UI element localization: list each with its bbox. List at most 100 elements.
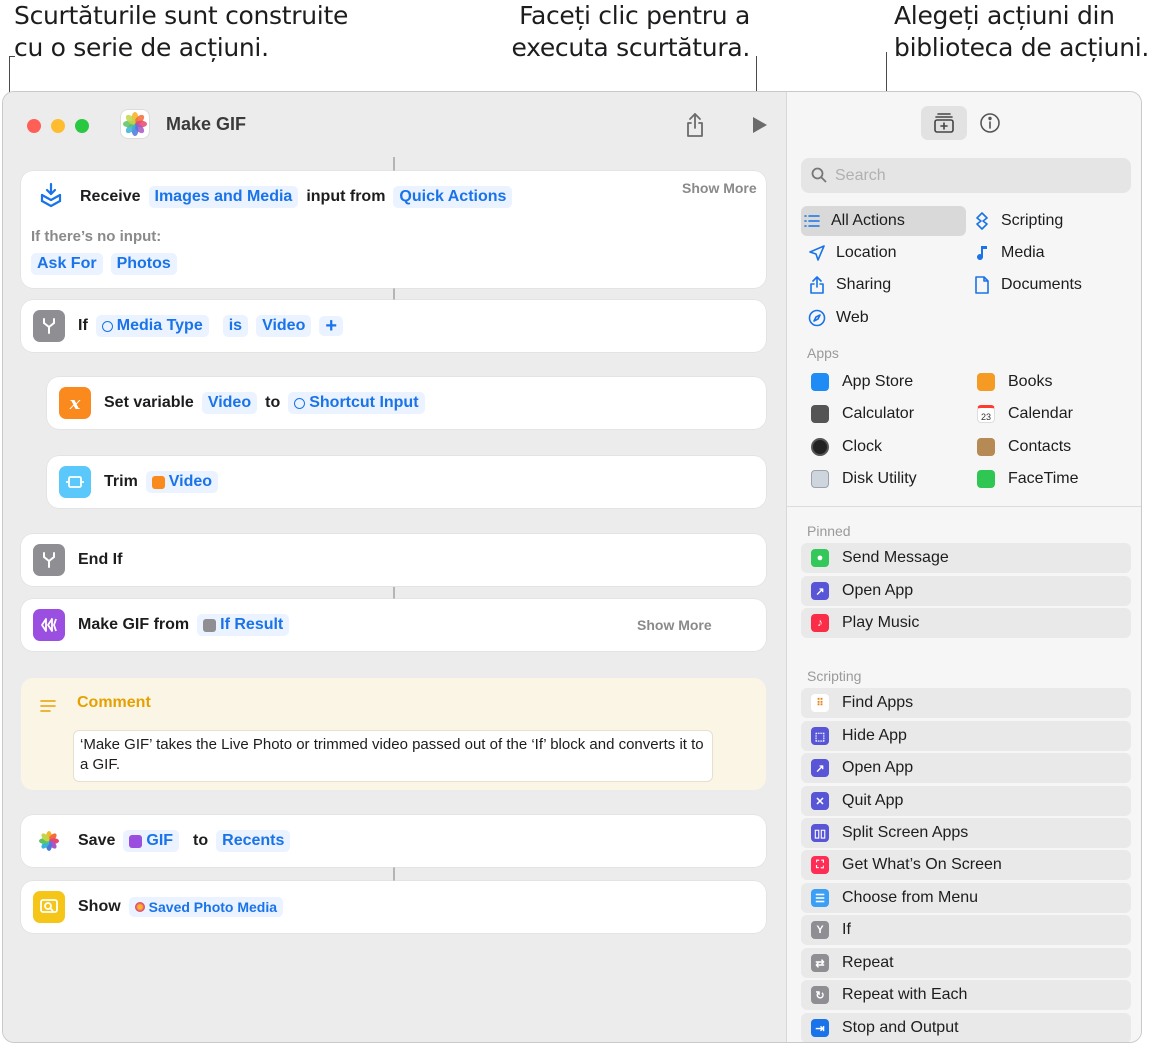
value-token[interactable]: Video [256, 315, 312, 337]
calendar-icon: 23 [977, 405, 995, 423]
app-label: Calculator [842, 405, 915, 422]
variable-name-token[interactable]: Video [201, 392, 258, 414]
category-location[interactable]: Location [806, 238, 897, 268]
save-action-card[interactable]: Save GIF to Recents [21, 815, 766, 867]
app-label: Contacts [1008, 438, 1072, 455]
photos-token[interactable]: Photos [110, 253, 177, 275]
search-field[interactable] [801, 158, 1131, 193]
comment-title: Comment [77, 694, 151, 711]
action-find-apps[interactable]: ⠿ Find Apps [801, 688, 1131, 718]
app-disk-utility[interactable]: Disk Utility [811, 464, 917, 494]
add-condition-button[interactable]: + [319, 316, 344, 336]
app-calendar[interactable]: 23 Calendar [977, 399, 1073, 429]
trim-verb: Trim [104, 473, 138, 490]
saved-photo-media-token[interactable]: Saved Photo Media [128, 897, 284, 917]
location-arrow-icon [806, 245, 828, 261]
action-get-whats-on-screen[interactable]: ⛶ Get What’s On Screen [801, 850, 1131, 880]
video-variable-token[interactable]: Video [145, 471, 219, 493]
receive-show-more-button[interactable]: Show More [682, 180, 757, 196]
make-gif-verb: Make GIF from [78, 616, 190, 633]
trim-action-card[interactable]: Trim Video [47, 456, 766, 508]
show-action-card[interactable]: Show Saved Photo Media [21, 881, 766, 933]
app-app-store[interactable]: App Store [811, 367, 913, 397]
action-label: Open App [842, 759, 914, 776]
action-choose-from-menu[interactable]: ☰ Choose from Menu [801, 883, 1131, 913]
action-library-button[interactable] [921, 106, 967, 140]
app-label: App Store [842, 373, 914, 390]
action-label: Split Screen Apps [842, 824, 969, 841]
app-books[interactable]: Books [977, 367, 1052, 397]
zoom-window-button[interactable] [75, 119, 89, 133]
comment-text-field[interactable]: ‘Make GIF’ takes the Live Photo or trimm… [73, 730, 713, 782]
variable-layers-icon [101, 320, 113, 332]
repeat-each-icon: ↻ [811, 986, 829, 1004]
save-row: Save GIF to Recents [33, 825, 298, 857]
category-web[interactable]: Web [806, 303, 869, 333]
end-if-action-card[interactable]: End If [21, 534, 766, 586]
clock-icon [811, 438, 829, 456]
share-icon[interactable] [683, 112, 707, 138]
category-label: Location [836, 244, 897, 261]
action-quit-app[interactable]: ✕ Quit App [801, 786, 1131, 816]
trim-row: Trim Video [59, 466, 226, 498]
gif-token[interactable]: GIF [123, 830, 180, 852]
action-label: Quit App [842, 792, 904, 809]
make-gif-show-more-button[interactable]: Show More [637, 617, 712, 633]
action-label: Find Apps [842, 694, 914, 711]
operator-token[interactable]: is [222, 315, 249, 337]
action-repeat[interactable]: ⇄ Repeat [801, 948, 1131, 978]
shortcut-input-token[interactable]: Shortcut Input [288, 392, 425, 414]
comment-action-card[interactable]: Comment ‘Make GIF’ takes the Live Photo … [21, 678, 766, 790]
input-type-token[interactable]: Images and Media [148, 186, 299, 208]
category-media[interactable]: Media [971, 238, 1045, 268]
if-result-token[interactable]: If Result [197, 614, 290, 636]
app-clock[interactable]: Clock [811, 432, 882, 462]
close-window-button[interactable] [27, 119, 41, 133]
category-documents[interactable]: Documents [971, 270, 1082, 300]
action-hide-app[interactable]: ⬚ Hide App [801, 721, 1131, 751]
category-sharing[interactable]: Sharing [806, 270, 891, 300]
save-to: to [193, 832, 209, 849]
app-facetime[interactable]: FaceTime [977, 464, 1079, 494]
action-if[interactable]: Y If [801, 915, 1131, 945]
action-open-app[interactable]: ↗ Open App [801, 753, 1131, 783]
message-bubble-icon: ● [811, 549, 829, 567]
search-icon [811, 167, 827, 183]
action-label: Choose from Menu [842, 889, 979, 906]
search-input[interactable] [835, 158, 1115, 193]
category-scripting[interactable]: Scripting [971, 206, 1063, 236]
callout-line [9, 56, 15, 57]
category-label: Web [836, 309, 869, 326]
input-source-token[interactable]: Quick Actions [393, 186, 513, 208]
pinned-open-app[interactable]: ↗ Open App [801, 576, 1131, 606]
quick-look-icon [33, 891, 65, 923]
minimize-window-button[interactable] [51, 119, 65, 133]
arrow-up-right-icon: ↗ [811, 759, 829, 777]
if-action-card[interactable]: If Media Type is Video + [21, 300, 766, 352]
category-all-actions[interactable]: All Actions [801, 206, 966, 236]
set-variable-to: to [265, 394, 281, 411]
set-variable-action-card[interactable]: x Set variable Video to Shortcut Input [47, 377, 766, 429]
make-gif-action-card[interactable]: Make GIF from If Result Show More [21, 599, 766, 651]
ask-for-token[interactable]: Ask For [31, 253, 103, 275]
media-type-token[interactable]: Media Type [95, 315, 209, 337]
receive-action-card[interactable]: Receive Images and Media input from Quic… [21, 171, 766, 288]
app-label: FaceTime [1008, 470, 1079, 487]
branch-mini-icon [203, 618, 217, 632]
app-contacts[interactable]: Contacts [977, 432, 1071, 462]
action-repeat-with-each[interactable]: ↻ Repeat with Each [801, 980, 1131, 1010]
end-if-verb: End If [78, 551, 123, 568]
action-stop-and-output[interactable]: ⇥ Stop and Output [801, 1013, 1131, 1042]
category-label: Media [1001, 244, 1045, 261]
books-icon [977, 373, 995, 391]
run-shortcut-play-icon[interactable] [748, 114, 770, 136]
contacts-icon [977, 438, 995, 456]
info-icon[interactable] [979, 112, 1001, 134]
album-token[interactable]: Recents [216, 830, 291, 852]
pinned-send-message[interactable]: ● Send Message [801, 543, 1131, 573]
app-calculator[interactable]: Calculator [811, 399, 914, 429]
category-label: All Actions [831, 212, 905, 229]
pinned-play-music[interactable]: ♪ Play Music [801, 608, 1131, 638]
action-label: Repeat with Each [842, 986, 968, 1003]
action-split-screen-apps[interactable]: ▯▯ Split Screen Apps [801, 818, 1131, 848]
